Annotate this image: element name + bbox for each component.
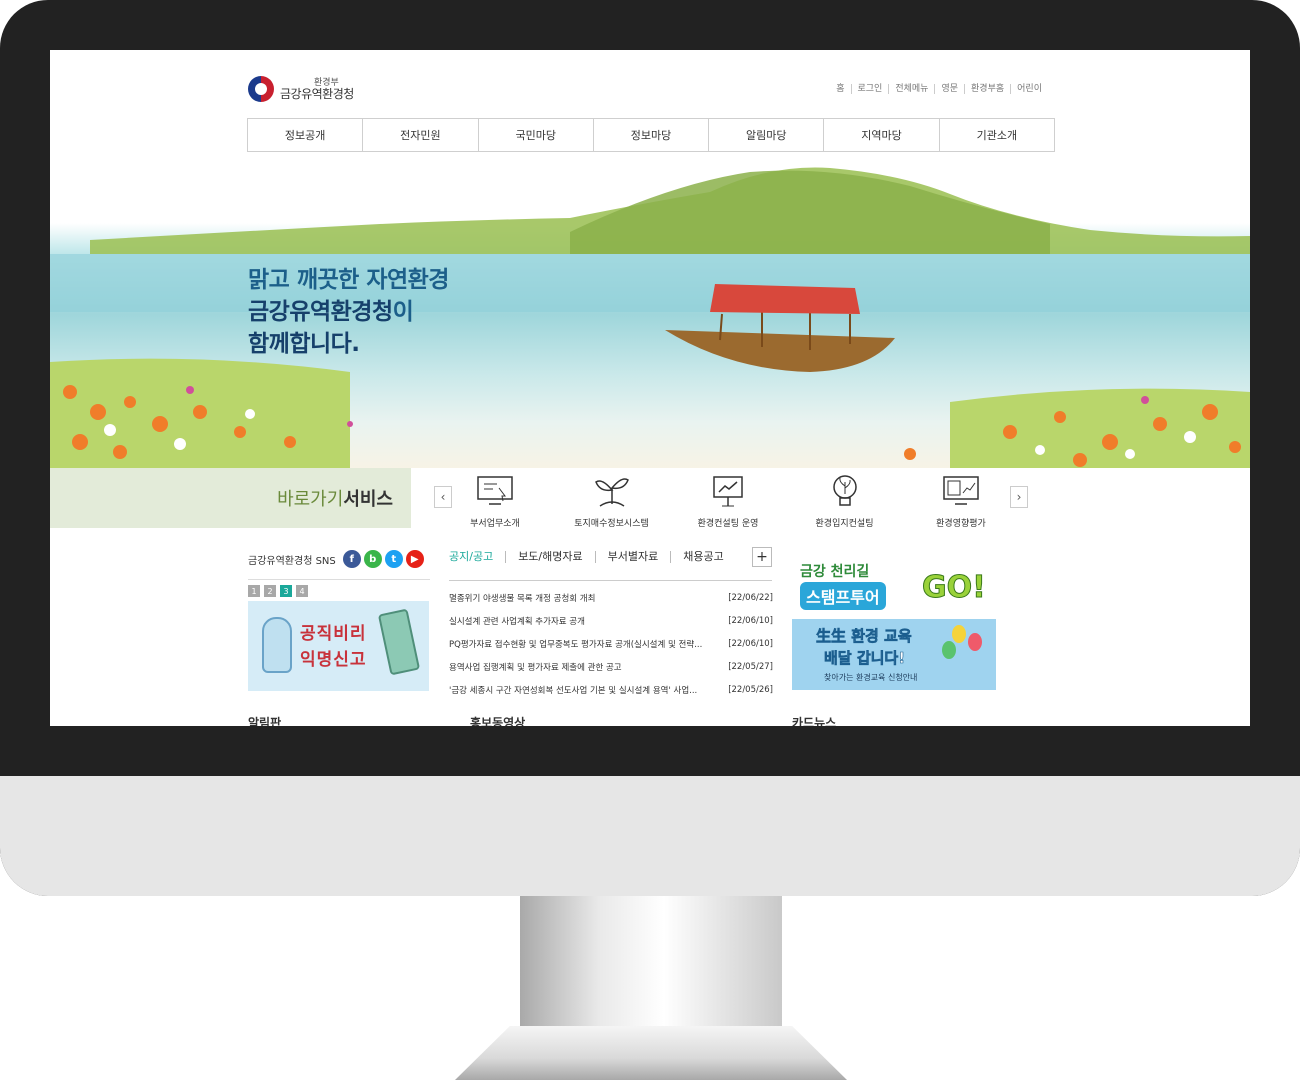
nav-item-about[interactable]: 기관소개 bbox=[938, 119, 1054, 151]
monitor-stand-base bbox=[455, 1026, 847, 1080]
main-navigation: 정보공개 전자민원 국민마당 정보마당 알림마당 지역마당 기관소개 bbox=[247, 118, 1055, 152]
blog-icon[interactable]: b bbox=[363, 550, 382, 568]
banner-pager: 1 2 3 4 bbox=[248, 585, 308, 597]
monitor-chin bbox=[0, 776, 1300, 896]
util-login-link[interactable]: 로그인 bbox=[850, 84, 889, 94]
section-title-cardnews: 카드뉴스 bbox=[792, 716, 837, 726]
hero-slogan: 맑고 깨끗한 자연환경 금강유역환경청이 함께합니다. bbox=[248, 264, 449, 360]
hero-landscape-illustration bbox=[50, 167, 1250, 468]
monitor-icon bbox=[477, 476, 513, 505]
lightbulb-leaf-icon bbox=[832, 475, 857, 506]
hero-line-2-tail: 이 bbox=[392, 299, 414, 325]
quick-item-land-purchase[interactable]: 토지매수정보시스템 bbox=[562, 474, 662, 534]
util-home-link[interactable]: 홈 bbox=[830, 84, 850, 94]
divider bbox=[449, 580, 772, 581]
divider bbox=[248, 579, 430, 580]
nav-item-region[interactable]: 지역마당 bbox=[823, 119, 938, 151]
tab-notice[interactable]: 공지/공고 bbox=[449, 551, 505, 563]
util-english-link[interactable]: 영문 bbox=[934, 84, 964, 94]
list-item[interactable]: 용역사업 집행계획 및 평가자료 제출에 관한 공고 [22/05/27] bbox=[449, 655, 773, 678]
monitor-stand-neck bbox=[520, 896, 782, 1026]
screen: 환경부 금강유역환경청 홈 로그인 전체메뉴 영문 환경부홈 어린이 정보공개 … bbox=[50, 50, 1250, 726]
sprout-icon bbox=[594, 478, 629, 507]
hand-stop-icon bbox=[262, 617, 292, 673]
taegeuk-logo-icon bbox=[248, 76, 274, 102]
chevron-right-icon: › bbox=[1016, 490, 1022, 504]
util-kids-link[interactable]: 어린이 bbox=[1010, 84, 1048, 94]
logo-agency-name: 금강유역환경청 bbox=[280, 86, 354, 101]
pager-1[interactable]: 1 bbox=[248, 585, 260, 597]
nav-item-information[interactable]: 정보마당 bbox=[592, 119, 708, 151]
quick-item-dept-intro[interactable]: 부서업무소개 bbox=[445, 474, 545, 534]
env-education-banner[interactable]: 生生 환경 교육 배달 갑니다! 찾아가는 환경교육 신청안내 bbox=[792, 619, 996, 690]
hero-banner: 맑고 깨끗한 자연환경 금강유역환경청이 함께합니다. bbox=[50, 162, 1250, 468]
anti-corruption-banner[interactable]: 공직비리 익명신고 bbox=[248, 601, 429, 691]
util-sitemap-link[interactable]: 전체메뉴 bbox=[888, 84, 934, 94]
presentation-icon bbox=[713, 476, 743, 507]
balloon-icon bbox=[968, 633, 982, 651]
board-tabs: 공지/공고 보도/해명자료 부서별자료 채용공고 bbox=[449, 546, 773, 568]
quick-item-site-consulting[interactable]: 환경입지컨설팅 bbox=[795, 474, 895, 534]
tab-press[interactable]: 보도/해명자료 bbox=[505, 551, 594, 563]
sns-bar: 금강유역환경청 SNS f b t ▶ bbox=[248, 550, 430, 568]
youtube-icon[interactable]: ▶ bbox=[405, 550, 424, 568]
hero-line-1: 맑고 깨끗한 자연환경 bbox=[248, 267, 449, 293]
tab-recruit[interactable]: 채용공고 bbox=[670, 551, 735, 563]
utility-links: 홈 로그인 전체메뉴 영문 환경부홈 어린이 bbox=[830, 84, 1048, 94]
nav-item-notice[interactable]: 알림마당 bbox=[708, 119, 823, 151]
quick-item-eia[interactable]: 환경영향평가 bbox=[911, 474, 1011, 534]
sns-label: 금강유역환경청 SNS bbox=[248, 555, 336, 567]
more-button[interactable]: + bbox=[752, 547, 772, 567]
site-logo[interactable]: 환경부 금강유역환경청 bbox=[248, 76, 354, 102]
quick-next-button[interactable]: › bbox=[1010, 486, 1028, 508]
nav-item-civil-service[interactable]: 전자민원 bbox=[362, 119, 477, 151]
list-item[interactable]: '금강 세종시 구간 자연성회복 선도사업 기본 및 실시설계 용역' 사업..… bbox=[449, 678, 773, 701]
plus-icon: + bbox=[756, 549, 768, 565]
facebook-icon[interactable]: f bbox=[342, 550, 361, 568]
list-item[interactable]: 실시설계 관련 사업계획 추가자료 공개 [22/06/10] bbox=[449, 609, 773, 632]
pager-2[interactable]: 2 bbox=[264, 585, 276, 597]
balloon-icon bbox=[942, 641, 956, 659]
hero-line-3: 함께합니다. bbox=[248, 331, 360, 357]
section-title-video: 홍보동영상 bbox=[470, 716, 526, 726]
money-icon bbox=[377, 608, 421, 676]
list-item[interactable]: 멸종위기 야생생물 목록 개정 공청회 개최 [22/06/22] bbox=[449, 586, 773, 609]
pager-4[interactable]: 4 bbox=[296, 585, 308, 597]
balloon-icon bbox=[952, 625, 966, 643]
section-title-board: 알림판 bbox=[248, 716, 282, 726]
pager-3[interactable]: 3 bbox=[280, 585, 292, 597]
quick-item-consulting[interactable]: 환경컨설팅 운영 bbox=[678, 474, 778, 534]
twitter-icon[interactable]: t bbox=[384, 550, 403, 568]
nav-item-info-disclosure[interactable]: 정보공개 bbox=[248, 119, 362, 151]
hero-line-2-strong: 금강유역환경청 bbox=[248, 299, 393, 325]
nav-item-citizen[interactable]: 국민마당 bbox=[477, 119, 593, 151]
quick-services-list: 부서업무소개 토지매수정보시스템 환경컨설팅 운영 환경입지컨설팅 환경영향평가 bbox=[445, 474, 1011, 534]
list-item[interactable]: PQ평가자료 접수현황 및 업무중복도 평가자료 공개(실시설계 및 전략...… bbox=[449, 632, 773, 655]
util-ministry-link[interactable]: 환경부홈 bbox=[964, 84, 1010, 94]
tab-dept-data[interactable]: 부서별자료 bbox=[594, 551, 671, 563]
quick-services-title: 바로가기 서비스 bbox=[50, 468, 411, 528]
notice-list: 멸종위기 야생생물 목록 개정 공청회 개최 [22/06/22] 실시설계 관련… bbox=[449, 586, 773, 701]
stamp-tour-banner[interactable]: 금강 천리길 스탬프투어 GO! bbox=[792, 552, 996, 616]
chart-monitor-icon bbox=[943, 476, 979, 505]
